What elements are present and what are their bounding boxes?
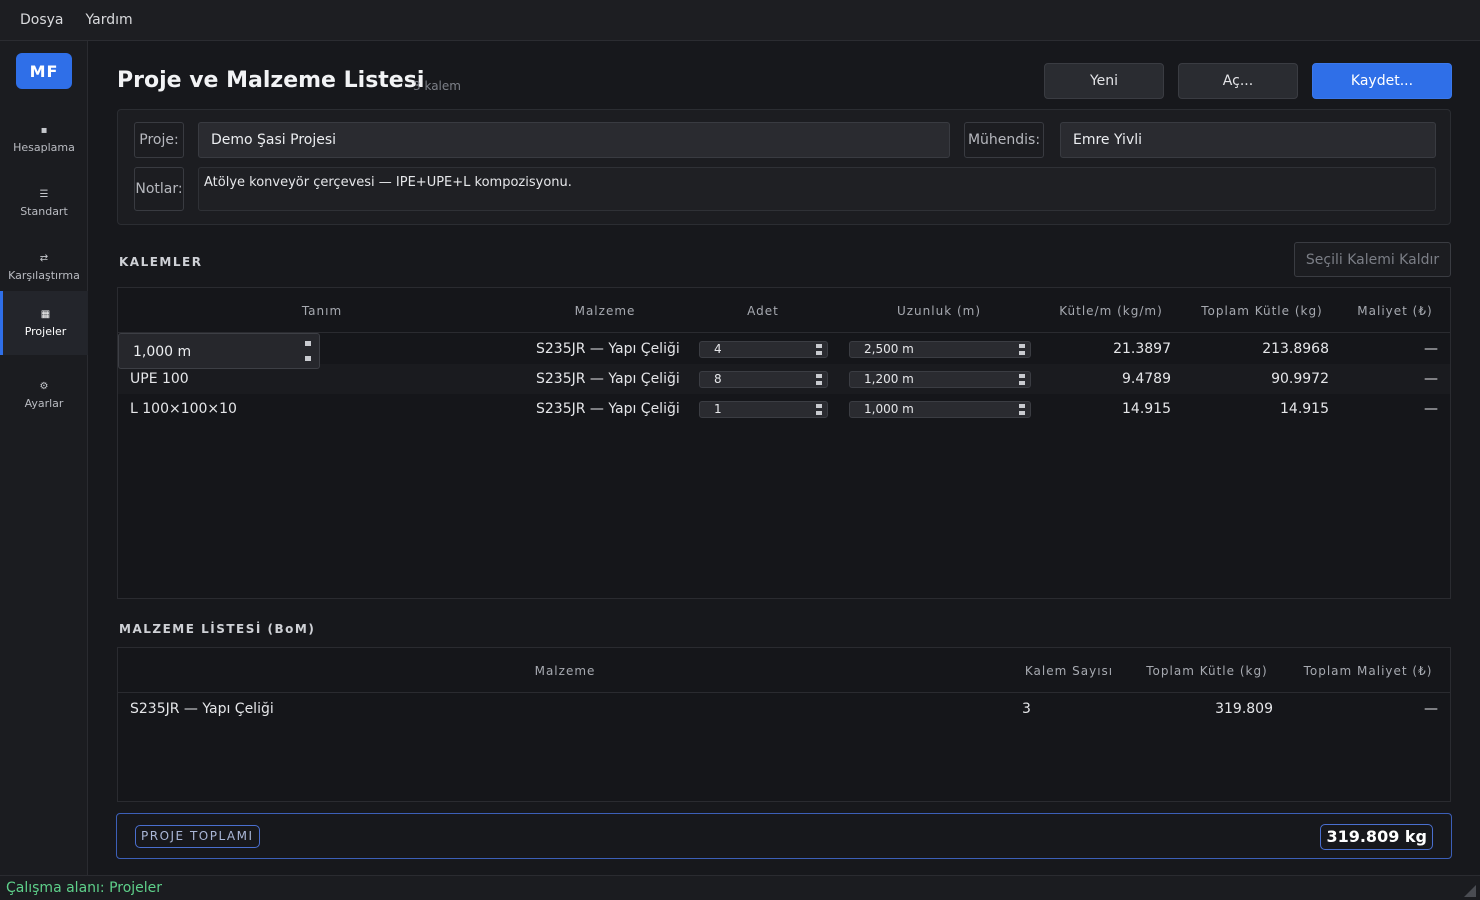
cell-total-cost: — (1424, 701, 1438, 717)
status-text: Çalışma alanı: Projeler (6, 880, 163, 896)
cell-material: S235JR — Yapı Çeliği (130, 701, 274, 717)
stepper-arrows-icon[interactable] (1019, 404, 1025, 415)
cell-material: S235JR — Yapı Çeliği (536, 401, 680, 417)
cell-total-mass: 319.809 (1215, 701, 1273, 717)
remove-item-button[interactable]: Seçili Kalemi Kaldır (1294, 242, 1451, 277)
sidebar-item-projeler[interactable]: ▦ Projeler (0, 291, 88, 355)
stepper-value: 8 (714, 372, 722, 386)
quantity-stepper[interactable]: 4 (699, 341, 828, 358)
bom-section-title: MALZEME LİSTESİ (BoM) (119, 622, 316, 636)
sidebar-item-label: Projeler (24, 324, 67, 338)
sidebar: MF ▪ Hesaplama ☰ Standart ⇄ Karşılaştırm… (0, 41, 88, 875)
app-logo: MF (16, 53, 72, 89)
notes-textarea[interactable]: Atölye konveyör çerçevesi — IPE+UPE+L ko… (198, 167, 1436, 211)
cell-cost: — (1424, 401, 1438, 417)
calculator-icon: ▪ (40, 124, 48, 136)
sidebar-item-standart[interactable]: ☰ Standart (0, 171, 88, 235)
stepper-arrows-icon[interactable] (305, 341, 311, 361)
stepper-arrows-icon[interactable] (816, 344, 822, 355)
menu-file[interactable]: Dosya (20, 12, 64, 28)
stepper-arrows-icon[interactable] (1019, 374, 1025, 385)
stepper-value: 1,200 m (864, 372, 914, 386)
cell-total-mass: 14.915 (1280, 401, 1329, 417)
project-form: Proje: Demo Şasi Projesi Mühendis: Emre … (117, 109, 1451, 225)
engineer-label: Mühendis: (964, 122, 1044, 158)
items-table: Tanım Malzeme Adet Uzunluk (m) Kütle/m (… (117, 287, 1451, 599)
sidebar-item-label: Hesaplama (13, 140, 75, 154)
column-header[interactable]: Malzeme (575, 304, 636, 318)
stepper-arrows-icon[interactable] (1019, 344, 1025, 355)
stepper-value: 2,500 m (864, 342, 914, 356)
list-icon: ☰ (39, 188, 49, 200)
quantity-stepper[interactable]: 8 (699, 371, 828, 388)
menu-help[interactable]: Yardım (86, 12, 133, 28)
sidebar-item-label: Standart (20, 204, 68, 218)
status-bar: Çalışma alanı: Projeler (0, 875, 1480, 900)
cell-total-mass: 213.8968 (1262, 341, 1329, 357)
resize-grip-icon[interactable] (1464, 885, 1476, 897)
column-header[interactable]: Maliyet (₺) (1357, 304, 1432, 318)
cell-count: 3 (1022, 701, 1031, 717)
column-header[interactable]: Kalem Sayısı (1025, 664, 1113, 678)
cell-mass-per-m: 9.4789 (1122, 371, 1171, 387)
project-label: Proje: (134, 122, 184, 158)
engineer-input[interactable]: Emre Yivli (1060, 122, 1436, 158)
compare-icon: ⇄ (39, 252, 49, 264)
gear-icon: ⚙ (39, 380, 49, 392)
grid-icon: ▦ (40, 308, 51, 320)
cell-material: S235JR — Yapı Çeliği (536, 371, 680, 387)
length-stepper[interactable]: 2,500 m (849, 341, 1031, 358)
items-section-title: KALEMLER (119, 255, 203, 269)
sidebar-item-ayarlar[interactable]: ⚙ Ayarlar (0, 363, 88, 427)
notes-label: Notlar: (134, 167, 184, 211)
save-button[interactable]: Kaydet... (1312, 63, 1452, 99)
column-header[interactable]: Uzunluk (m) (897, 304, 981, 318)
project-name-input[interactable]: Demo Şasi Projesi (198, 122, 950, 158)
project-total-value: 319.809 kg (1320, 824, 1433, 850)
length-stepper[interactable]: 1,200 m (849, 371, 1031, 388)
header-divider (118, 692, 1450, 693)
stepper-value: 1,000 m (864, 402, 914, 416)
quantity-stepper[interactable]: 1 (699, 401, 828, 418)
cell-total-mass: 90.9972 (1271, 371, 1329, 387)
page-title: Proje ve Malzeme Listesi (117, 68, 425, 93)
stepper-value: 4 (714, 342, 722, 356)
column-header[interactable]: Malzeme (535, 664, 596, 678)
cell-cost: — (1424, 371, 1438, 387)
bom-table: Malzeme Kalem Sayısı Toplam Kütle (kg) T… (117, 647, 1451, 802)
sidebar-item-label: Ayarlar (24, 396, 64, 410)
stepper-value: 1 (714, 402, 722, 416)
cell-mass-per-m: 14.915 (1122, 401, 1171, 417)
column-header[interactable]: Adet (747, 304, 779, 318)
cell-name: L 100×100×10 (130, 401, 237, 417)
column-header[interactable]: Toplam Kütle (kg) (1201, 304, 1322, 318)
sidebar-item-label: Karşılaştırma (8, 268, 80, 282)
table-row[interactable]: L 100×100×10 S235JR — Yapı Çeliği 1 1,00… (118, 394, 1450, 424)
stepper-arrows-icon[interactable] (816, 404, 822, 415)
cell-mass-per-m: 21.3897 (1113, 341, 1171, 357)
column-header[interactable]: Tanım (302, 304, 342, 318)
length-stepper[interactable]: 1,000 m (849, 401, 1031, 418)
project-total-bar: PROJE TOPLAMI 319.809 kg (116, 813, 1452, 859)
cell-material: S235JR — Yapı Çeliği (536, 341, 680, 357)
menu-bar: Dosya Yardım (0, 0, 1480, 41)
project-total-label: PROJE TOPLAMI (135, 825, 260, 848)
column-header[interactable]: Kütle/m (kg/m) (1059, 304, 1163, 318)
open-button[interactable]: Aç... (1178, 63, 1298, 99)
stepper-arrows-icon[interactable] (816, 374, 822, 385)
sidebar-item-hesaplama[interactable]: ▪ Hesaplama (0, 107, 88, 171)
table-row[interactable]: S235JR — Yapı Çeliği 3 319.809 — (118, 694, 1450, 724)
length-editor-input[interactable]: 1,000 m (118, 333, 320, 369)
column-header[interactable]: Toplam Maliyet (₺) (1304, 664, 1433, 678)
cell-cost: — (1424, 341, 1438, 357)
editor-value: 1,000 m (133, 344, 192, 360)
sidebar-item-karsilastirma[interactable]: ⇄ Karşılaştırma (0, 235, 88, 299)
column-header[interactable]: Toplam Kütle (kg) (1146, 664, 1267, 678)
new-button[interactable]: Yeni (1044, 63, 1164, 99)
item-count: 3 kalem (413, 79, 461, 93)
